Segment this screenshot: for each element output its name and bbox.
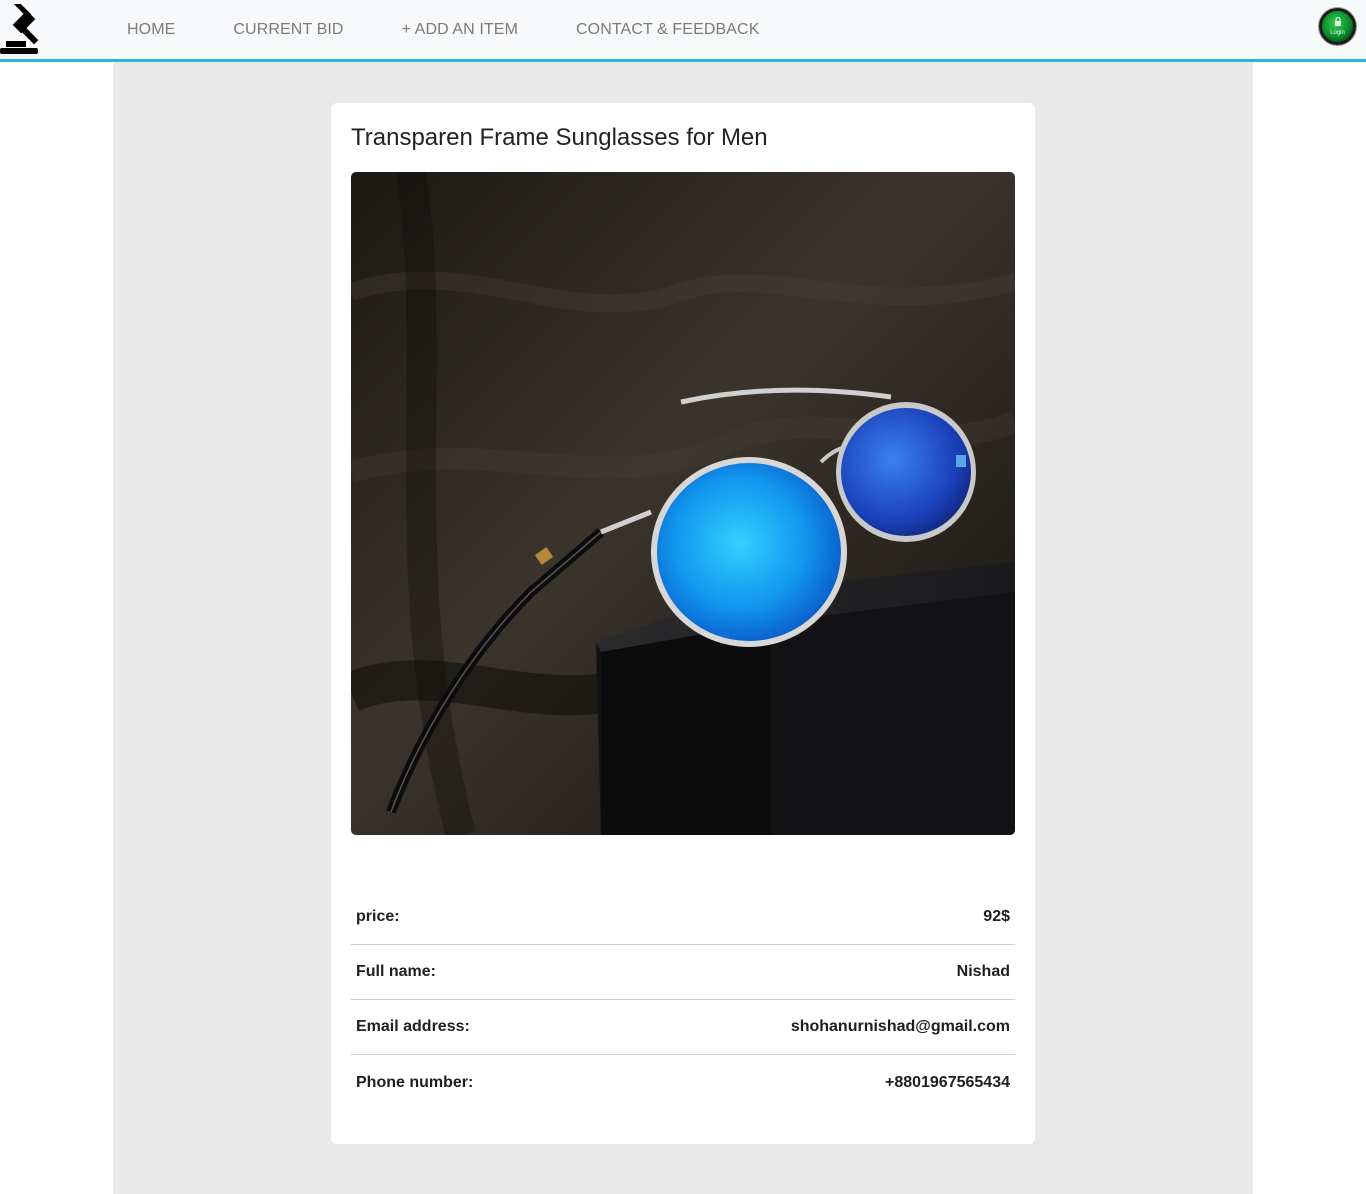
full-name-label: Full name: (356, 963, 437, 980)
item-details: price: 92$ Full name: Nishad Email addre… (351, 890, 1015, 1110)
nav-links: HOME CURRENT BID + ADD AN ITEM CONTACT &… (98, 0, 788, 59)
item-image (351, 172, 1015, 835)
navbar: HOME CURRENT BID + ADD AN ITEM CONTACT &… (0, 0, 1366, 62)
email-value: shohanurnishad@gmail.com (790, 1018, 1010, 1035)
login-label: Login (1330, 30, 1345, 36)
price-value: 92$ (983, 908, 1010, 925)
email-label: Email address: (356, 1018, 470, 1035)
phone-value: +8801967565434 (884, 1073, 1010, 1091)
lock-icon (1335, 17, 1341, 26)
phone-label: Phone number: (356, 1073, 474, 1091)
full-name-value: Nishad (956, 963, 1010, 980)
gavel-icon[interactable] (0, 0, 54, 56)
nav-home[interactable]: HOME (98, 21, 204, 39)
nav-add-item[interactable]: + ADD AN ITEM (373, 21, 547, 39)
nav-contact-feedback[interactable]: CONTACT & FEEDBACK (547, 21, 788, 39)
login-button[interactable]: Login (1319, 8, 1356, 45)
nav-current-bid[interactable]: CURRENT BID (204, 21, 372, 39)
detail-row-phone: Phone number: +8801967565434 (351, 1055, 1015, 1110)
detail-row-full-name: Full name: Nishad (351, 945, 1015, 1000)
item-card: Transparen Frame Sunglasses for Men pric… (331, 103, 1035, 1144)
item-title: Transparen Frame Sunglasses for Men (351, 124, 768, 151)
detail-row-email: Email address: shohanurnishad@gmail.com (351, 1000, 1015, 1055)
price-label: price: (356, 908, 400, 925)
detail-row-price: price: 92$ (351, 890, 1015, 945)
